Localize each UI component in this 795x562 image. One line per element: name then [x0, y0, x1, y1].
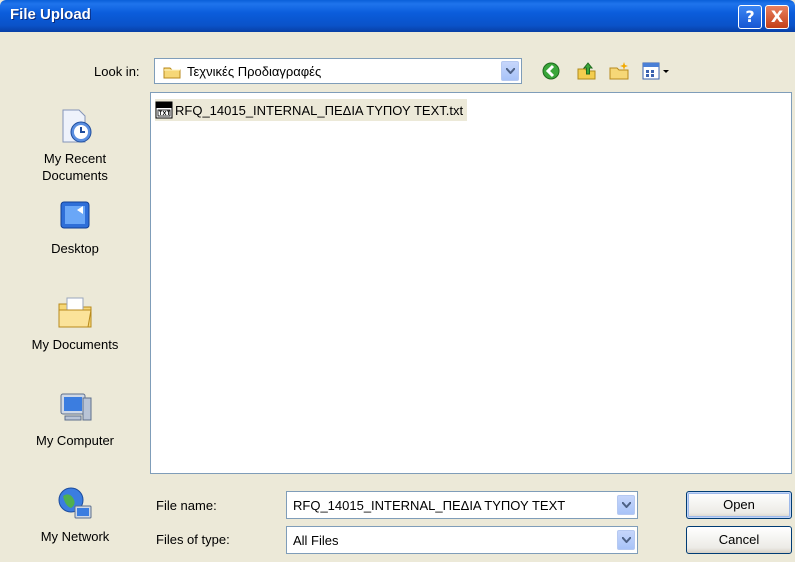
file-name-input[interactable]: RFQ_14015_INTERNAL_ΠΕΔΙΑ ΤΥΠΟΥ TEXT — [286, 491, 638, 519]
file-name-label: File name: — [156, 498, 217, 513]
file-list[interactable]: RFQ_14015_INTERNAL_ΠΕΔΙΑ ΤΥΠΟΥ TEXT.txt — [150, 92, 792, 474]
chevron-down-icon[interactable] — [617, 495, 635, 515]
place-label-line2: Documents — [42, 168, 108, 183]
places-bar: My Recent Documents Desktop My Documents… — [10, 92, 140, 558]
my-network-icon — [58, 487, 92, 519]
new-folder-icon[interactable] — [608, 60, 630, 82]
place-my-recent-documents[interactable]: My Recent Documents — [10, 106, 140, 184]
folder-icon — [163, 67, 181, 79]
place-my-network[interactable]: My Network — [10, 484, 140, 545]
look-in-value: Τεχνικές Προδιαγραφές — [187, 64, 322, 79]
my-documents-icon — [58, 297, 92, 328]
views-menu-icon[interactable] — [640, 60, 676, 82]
recent-documents-icon — [62, 109, 92, 143]
desktop-icon — [60, 201, 90, 229]
look-in-label: Look in: — [94, 64, 140, 79]
place-label: Desktop — [51, 241, 99, 256]
chevron-down-icon[interactable] — [617, 530, 635, 550]
place-label: My Computer — [35, 433, 115, 448]
look-in-dropdown[interactable]: Τεχνικές Προδιαγραφές — [154, 58, 522, 84]
file-name-text: RFQ_14015_INTERNAL_ΠΕΔΙΑ ΤΥΠΟΥ TEXT.txt — [175, 102, 464, 118]
place-my-computer[interactable]: My Computer — [10, 388, 140, 449]
file-name-value: RFQ_14015_INTERNAL_ΠΕΔΙΑ ΤΥΠΟΥ TEXT — [293, 498, 566, 513]
help-button[interactable]: ? — [738, 5, 762, 29]
list-item[interactable]: RFQ_14015_INTERNAL_ΠΕΔΙΑ ΤΥΠΟΥ TEXT.txt — [155, 99, 468, 121]
place-label: My Recent — [43, 151, 107, 166]
files-of-type-label: Files of type: — [156, 532, 230, 547]
chevron-down-icon[interactable] — [501, 61, 519, 81]
window-title: File Upload — [10, 6, 91, 23]
txt-file-icon — [155, 101, 173, 119]
file-type-value: All Files — [293, 533, 339, 548]
my-computer-icon — [60, 393, 92, 421]
open-button[interactable]: Open — [686, 491, 792, 519]
back-icon[interactable] — [540, 60, 562, 82]
title-bar: File Upload ? X — [0, 0, 795, 32]
place-label: My Network — [40, 529, 110, 544]
place-my-documents[interactable]: My Documents — [10, 292, 140, 353]
place-label: My Documents — [31, 337, 119, 352]
up-folder-icon[interactable] — [576, 60, 598, 82]
file-type-dropdown[interactable]: All Files — [286, 526, 638, 554]
cancel-button[interactable]: Cancel — [686, 526, 792, 554]
place-desktop[interactable]: Desktop — [10, 196, 140, 257]
close-button[interactable]: X — [765, 5, 789, 29]
